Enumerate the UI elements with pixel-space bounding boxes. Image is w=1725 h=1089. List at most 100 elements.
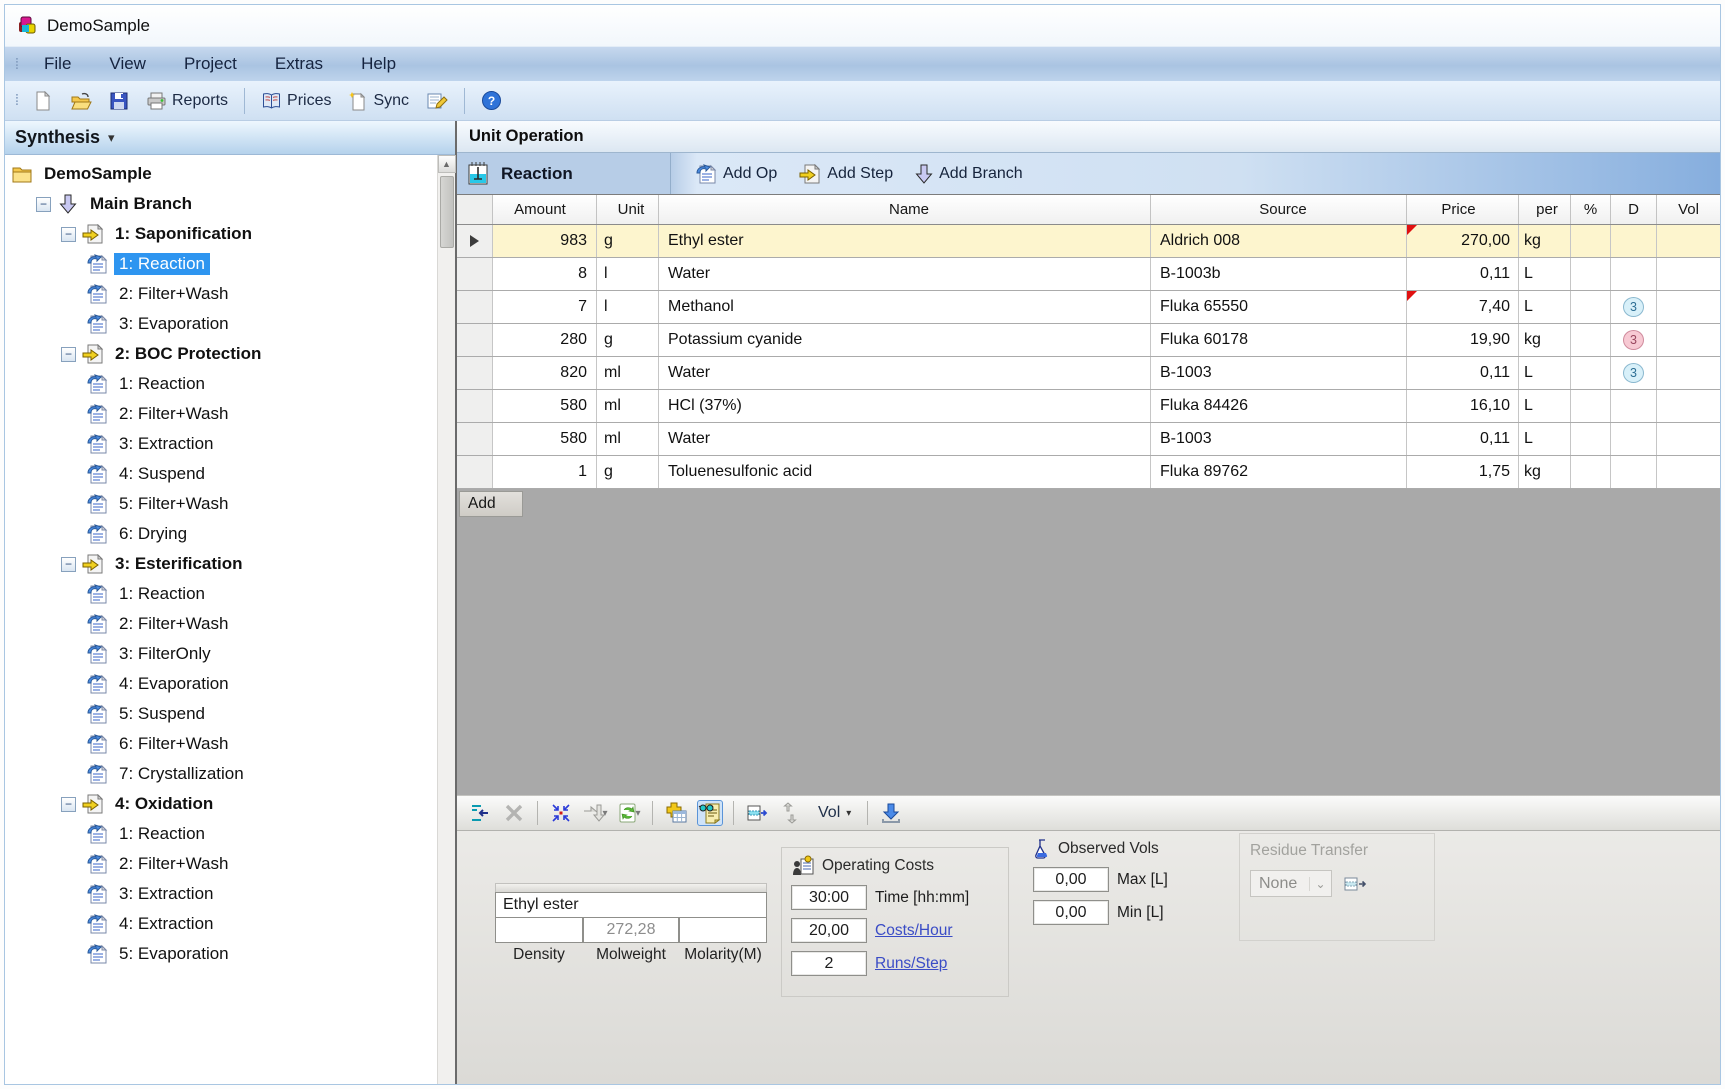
cell-per[interactable]: kg xyxy=(1519,324,1571,356)
table-row[interactable]: 280 g Potassium cyanide Fluka 60178 19,9… xyxy=(457,324,1720,357)
cell-vol[interactable] xyxy=(1657,291,1720,323)
tree-item-label[interactable]: 2: Filter+Wash xyxy=(114,853,233,875)
tree-item[interactable]: 2: Filter+Wash xyxy=(5,609,437,639)
cell-price[interactable]: 270,00 xyxy=(1407,225,1519,257)
menu-item[interactable]: Project xyxy=(165,47,256,81)
download-button[interactable] xyxy=(878,800,904,826)
tree-item-label[interactable]: 2: Filter+Wash xyxy=(114,613,233,635)
tree-item[interactable]: − 4: Oxidation xyxy=(5,789,437,819)
tree-item-label[interactable]: 5: Evaporation xyxy=(114,943,234,965)
table-row[interactable]: 580 ml Water B-1003 0,11 L xyxy=(457,423,1720,456)
time-field[interactable]: 30:00 xyxy=(791,885,867,910)
add-op-button[interactable]: Add Op xyxy=(689,160,783,188)
cell-amount[interactable]: 8 xyxy=(493,258,597,290)
tree-item-label[interactable]: 2: BOC Protection xyxy=(110,343,266,365)
tree-item[interactable]: 2: Filter+Wash xyxy=(5,279,437,309)
tree-item[interactable]: 4: Extraction xyxy=(5,909,437,939)
cell-per[interactable]: L xyxy=(1519,357,1571,389)
header-amount[interactable]: Amount xyxy=(493,195,597,224)
row-selector[interactable] xyxy=(457,357,493,389)
cell-per[interactable]: L xyxy=(1519,390,1571,422)
tree-item[interactable]: − 2: BOC Protection xyxy=(5,339,437,369)
cell-d[interactable] xyxy=(1611,390,1657,422)
tree-expander[interactable]: − xyxy=(61,797,76,812)
form-settings-button[interactable] xyxy=(421,88,453,114)
cell-d[interactable] xyxy=(1611,225,1657,257)
cell-amount[interactable]: 580 xyxy=(493,390,597,422)
cell-name[interactable]: Ethyl ester xyxy=(659,225,1151,257)
cell-percent[interactable] xyxy=(1571,357,1611,389)
cell-price[interactable]: 16,10 xyxy=(1407,390,1519,422)
cell-name[interactable]: Potassium cyanide xyxy=(659,324,1151,356)
cell-d[interactable]: 3 xyxy=(1611,291,1657,323)
vol-dropdown[interactable]: Vol ▾ xyxy=(812,802,857,824)
cell-amount[interactable]: 820 xyxy=(493,357,597,389)
cell-per[interactable]: L xyxy=(1519,258,1571,290)
cell-unit[interactable]: g xyxy=(597,324,659,356)
cell-per[interactable]: kg xyxy=(1519,225,1571,257)
tree-item-label[interactable]: 1: Reaction xyxy=(114,373,210,395)
tree-item[interactable]: 3: FilterOnly xyxy=(5,639,437,669)
header-vol[interactable]: Vol xyxy=(1657,195,1720,224)
header-percent[interactable]: % xyxy=(1571,195,1611,224)
cell-per[interactable]: L xyxy=(1519,291,1571,323)
delete-button[interactable] xyxy=(501,800,527,826)
tree-item-label[interactable]: 4: Oxidation xyxy=(110,793,218,815)
cell-amount[interactable]: 7 xyxy=(493,291,597,323)
cell-per[interactable]: kg xyxy=(1519,456,1571,488)
tree-item[interactable]: 5: Evaporation xyxy=(5,939,437,969)
tree-item-label[interactable]: 1: Saponification xyxy=(110,223,257,245)
tree-item[interactable]: − 1: Saponification xyxy=(5,219,437,249)
cell-source[interactable]: B-1003 xyxy=(1151,357,1407,389)
cell-name[interactable]: Water xyxy=(659,357,1151,389)
tree-item-label[interactable]: 4: Extraction xyxy=(114,913,219,935)
cell-percent[interactable] xyxy=(1571,225,1611,257)
header-price[interactable]: Price xyxy=(1407,195,1519,224)
tree-item-label[interactable]: 3: Extraction xyxy=(114,433,219,455)
costs-field[interactable]: 20,00 xyxy=(791,918,867,943)
tree-item-label[interactable]: 4: Suspend xyxy=(114,463,210,485)
cell-percent[interactable] xyxy=(1571,324,1611,356)
cell-vol[interactable] xyxy=(1657,258,1720,290)
molarity-field[interactable] xyxy=(679,918,767,943)
row-selector[interactable] xyxy=(457,423,493,455)
tree-item[interactable]: 3: Evaporation xyxy=(5,309,437,339)
min-field[interactable]: 0,00 xyxy=(1033,900,1109,925)
tree-item[interactable]: 3: Extraction xyxy=(5,429,437,459)
insert-component-button[interactable] xyxy=(467,800,493,826)
tree-item[interactable]: 7: Crystallization xyxy=(5,759,437,789)
tree-item-label[interactable]: 3: Evaporation xyxy=(114,313,234,335)
cell-source[interactable]: Fluka 65550 xyxy=(1151,291,1407,323)
cell-source[interactable]: Fluka 89762 xyxy=(1151,456,1407,488)
add-step-button[interactable]: Add Step xyxy=(793,160,899,188)
tree-item[interactable]: 2: Filter+Wash xyxy=(5,399,437,429)
cell-source[interactable]: B-1003 xyxy=(1151,423,1407,455)
tree-item[interactable]: 6: Filter+Wash xyxy=(5,729,437,759)
row-selector[interactable] xyxy=(457,291,493,323)
cell-d[interactable] xyxy=(1611,456,1657,488)
cell-price[interactable]: 0,11 xyxy=(1407,357,1519,389)
cell-price[interactable]: 7,40 xyxy=(1407,291,1519,323)
component-name-field[interactable]: Ethyl ester xyxy=(495,892,767,918)
table-row[interactable]: 820 ml Water B-1003 0,11 L 3 xyxy=(457,357,1720,390)
sync-button[interactable]: Sync xyxy=(343,88,414,114)
tree-item-label[interactable]: 4: Evaporation xyxy=(114,673,234,695)
tree-item[interactable]: 1: Reaction xyxy=(5,369,437,399)
tree-item[interactable]: 3: Extraction xyxy=(5,879,437,909)
table-row[interactable]: 7 l Methanol Fluka 65550 7,40 L 3 xyxy=(457,291,1720,324)
runs-field[interactable]: 2 xyxy=(791,951,867,976)
operation-tab[interactable]: Reaction xyxy=(457,153,671,194)
help-button[interactable]: ? xyxy=(476,87,507,114)
sort-button[interactable] xyxy=(778,800,804,826)
tree-item[interactable]: − 3: Esterification xyxy=(5,549,437,579)
menu-item[interactable]: Extras xyxy=(256,47,342,81)
notes-view-button[interactable] xyxy=(697,800,723,826)
new-button[interactable] xyxy=(28,88,58,114)
cell-name[interactable]: HCl (37%) xyxy=(659,390,1151,422)
reports-button[interactable]: Reports xyxy=(141,88,233,114)
cell-vol[interactable] xyxy=(1657,357,1720,389)
cell-amount[interactable]: 580 xyxy=(493,423,597,455)
cell-price[interactable]: 0,11 xyxy=(1407,423,1519,455)
add-branch-button[interactable]: Add Branch xyxy=(909,160,1029,188)
cell-d[interactable]: 3 xyxy=(1611,357,1657,389)
